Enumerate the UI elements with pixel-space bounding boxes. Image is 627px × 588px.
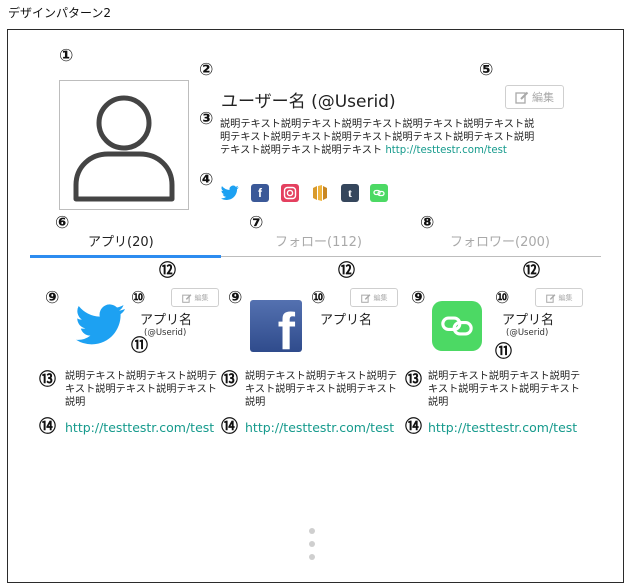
user-avatar-icon bbox=[73, 95, 175, 202]
tab-divider bbox=[221, 256, 601, 257]
profile-description: 説明テキスト説明テキスト説明テキスト説明テキスト説明テキスト説明テキスト説明テキ… bbox=[220, 118, 540, 157]
marker-7: ⑦ bbox=[249, 213, 264, 233]
edit-label: 編集 bbox=[558, 293, 573, 302]
marker-9: ⑨ bbox=[228, 288, 243, 308]
profile-username: ユーザー名 (@Userid) bbox=[221, 92, 396, 112]
app-2-description: 説明テキスト説明テキスト説明テキスト説明テキスト説明テキスト説明 bbox=[245, 371, 398, 408]
edit-label: 編集 bbox=[532, 91, 554, 104]
edit-icon bbox=[515, 91, 529, 104]
app-1-edit-button[interactable]: 編集 bbox=[171, 288, 219, 307]
app-1-userid: (@Userid) bbox=[144, 328, 187, 338]
tab-following[interactable]: フォロー(112) bbox=[275, 231, 362, 250]
marker-3: ③ bbox=[199, 109, 214, 129]
app-3-description: 説明テキスト説明テキスト説明テキスト説明テキスト説明テキスト説明 bbox=[428, 371, 581, 408]
facebook-icon[interactable]: f bbox=[251, 184, 269, 202]
instagram-icon[interactable] bbox=[281, 184, 299, 202]
marker-14: ⑭ bbox=[405, 417, 422, 437]
marker-13: ⑬ bbox=[221, 370, 238, 390]
more-dot-1 bbox=[309, 528, 315, 534]
marker-9: ⑨ bbox=[45, 288, 60, 308]
tab-active-indicator bbox=[30, 255, 221, 258]
tab-followers[interactable]: フォロワー(200) bbox=[450, 231, 550, 250]
marker-12: ⑫ bbox=[159, 261, 176, 281]
profile-edit-button[interactable]: 編集 bbox=[505, 85, 564, 109]
more-dot-3 bbox=[309, 554, 315, 560]
tab-apps[interactable]: アプリ(20) bbox=[88, 231, 154, 250]
app-1-description: 説明テキスト説明テキスト説明テキスト説明テキスト説明テキスト説明 bbox=[65, 371, 218, 408]
marker-11: ⑪ bbox=[495, 342, 512, 362]
app-3-name: アプリ名 bbox=[502, 313, 555, 328]
edit-icon bbox=[360, 293, 370, 303]
aws-icon[interactable] bbox=[311, 184, 329, 202]
app-2-name: アプリ名 bbox=[320, 313, 373, 328]
app-3-link[interactable]: http://testtestr.com/test bbox=[428, 420, 577, 435]
edit-label: 編集 bbox=[373, 293, 388, 302]
app-2-link[interactable]: http://testtestr.com/test bbox=[245, 420, 394, 435]
app-3-userid: (@Userid) bbox=[506, 328, 549, 338]
page-title: デザインパターン2 bbox=[8, 6, 112, 20]
marker-14: ⑭ bbox=[39, 417, 56, 437]
marker-14: ⑭ bbox=[221, 417, 238, 437]
app-3-edit-button[interactable]: 編集 bbox=[535, 288, 583, 307]
marker-8: ⑧ bbox=[420, 213, 435, 233]
edit-icon bbox=[545, 293, 555, 303]
marker-10: ⑩ bbox=[495, 288, 510, 308]
app-1-name: アプリ名 bbox=[140, 313, 193, 328]
marker-10: ⑩ bbox=[311, 288, 326, 308]
more-dot-2 bbox=[309, 541, 315, 547]
app-icon-facebook[interactable]: f bbox=[250, 300, 302, 352]
app-1-link[interactable]: http://testtestr.com/test bbox=[65, 420, 214, 435]
marker-2: ② bbox=[199, 60, 214, 80]
marker-13: ⑬ bbox=[39, 370, 56, 390]
marker-5: ⑤ bbox=[479, 60, 494, 80]
marker-10: ⑩ bbox=[131, 288, 146, 308]
marker-13: ⑬ bbox=[405, 370, 422, 390]
tumblr-icon[interactable]: t bbox=[341, 184, 359, 202]
line-icon[interactable] bbox=[370, 184, 388, 202]
twitter-icon[interactable] bbox=[221, 184, 239, 202]
marker-6: ⑥ bbox=[55, 213, 70, 233]
app-icon-line[interactable] bbox=[432, 301, 482, 351]
app-icon-twitter[interactable] bbox=[76, 300, 126, 350]
profile-link[interactable]: http://testtestr.com/test bbox=[385, 145, 507, 156]
app-2-edit-button[interactable]: 編集 bbox=[350, 288, 398, 307]
edit-icon bbox=[181, 293, 191, 303]
marker-12: ⑫ bbox=[338, 261, 355, 281]
marker-1: ① bbox=[59, 46, 74, 66]
edit-label: 編集 bbox=[194, 293, 209, 302]
profile-avatar[interactable] bbox=[59, 80, 189, 210]
marker-4: ④ bbox=[199, 170, 214, 190]
marker-9: ⑨ bbox=[411, 288, 426, 308]
marker-11: ⑪ bbox=[131, 336, 148, 356]
marker-12: ⑫ bbox=[523, 261, 540, 281]
